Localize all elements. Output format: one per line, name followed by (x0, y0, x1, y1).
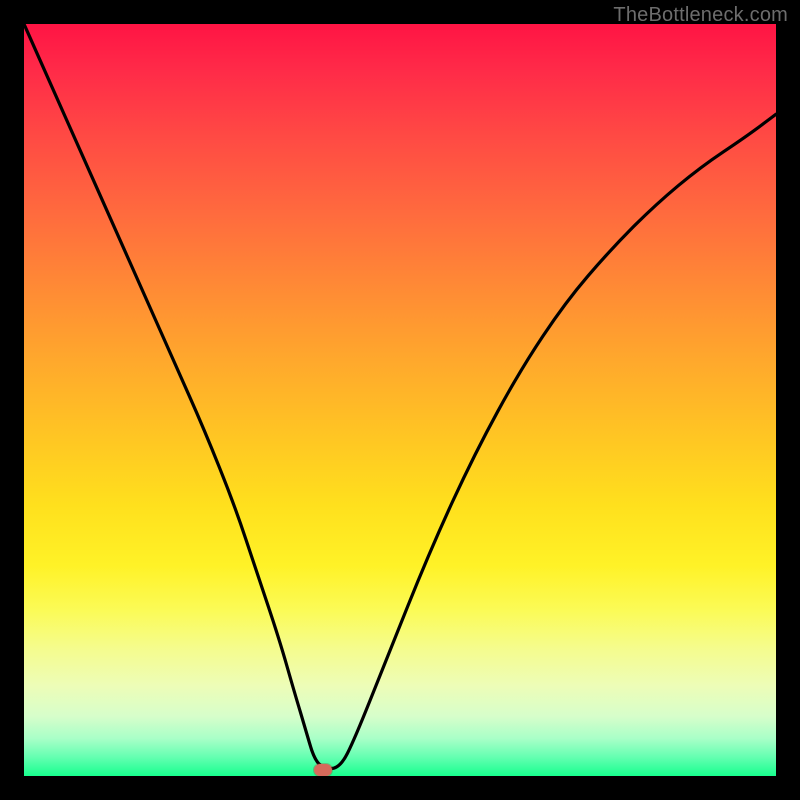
min-marker (314, 764, 332, 776)
curve-path (24, 24, 776, 769)
plot-area (24, 24, 776, 776)
bottleneck-curve (24, 24, 776, 776)
watermark-text: TheBottleneck.com (613, 4, 788, 27)
chart-frame: TheBottleneck.com (0, 0, 800, 800)
